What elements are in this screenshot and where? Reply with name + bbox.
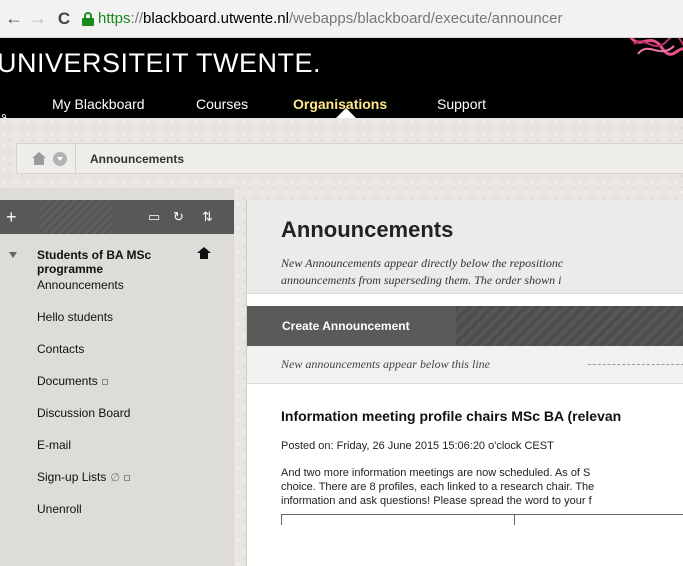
- forward-arrow-icon[interactable]: →: [28, 8, 48, 29]
- hidden-indicator-icon: [101, 378, 108, 385]
- course-menu-toolbar: + ▭ ↻ ⇅: [0, 200, 234, 234]
- decorative-scribble: [629, 38, 683, 56]
- announcement-item: Information meeting profile chairs MSc B…: [247, 384, 683, 566]
- chevron-down-icon[interactable]: [53, 151, 67, 166]
- collapse-toggle-icon[interactable]: [9, 252, 17, 258]
- nav-my-blackboard[interactable]: My Blackboard: [52, 96, 145, 112]
- university-logo[interactable]: UNIVERSITEIT TWENTE.: [0, 48, 321, 79]
- content-panel: Announcements New Announcements appear d…: [246, 200, 683, 566]
- site-header: UNIVERSITEIT TWENTE. ϑ My Blackboard Cou…: [0, 38, 683, 118]
- announcement-body-line: choice. There are 8 profiles, each linke…: [281, 481, 595, 493]
- menu-item-label: Documents: [37, 374, 98, 388]
- home-icon[interactable]: [197, 247, 211, 261]
- lock-icon: [82, 11, 94, 26]
- nav-courses[interactable]: Courses: [196, 96, 248, 112]
- menu-item-discussion-board[interactable]: Discussion Board: [37, 406, 130, 420]
- page-description-line2: announcements from superseding them. The…: [281, 273, 562, 287]
- menu-item-signup-lists[interactable]: Sign-up Lists ∅: [37, 470, 130, 484]
- toolbar-pattern: [40, 200, 112, 234]
- breadcrumb-region: Announcements: [0, 118, 683, 188]
- url-separator: ://: [130, 10, 144, 27]
- reposition-text: New announcements appear below this line: [281, 357, 490, 371]
- address-bar[interactable]: https://blackboard.utwente.nl/webapps/bl…: [82, 10, 563, 27]
- home-icon[interactable]: [31, 151, 47, 166]
- back-arrow-icon[interactable]: ←: [4, 8, 24, 29]
- announcement-body-line: And two more information meetings are no…: [281, 467, 591, 479]
- announcement-body-line: information and ask questions! Please sp…: [281, 495, 592, 507]
- url-scheme: https: [98, 10, 131, 27]
- announcement-title[interactable]: Information meeting profile chairs MSc B…: [281, 408, 621, 424]
- content-region: Announcements New Announcements appear d…: [234, 188, 683, 566]
- course-title-line1: Students of BA MSc: [37, 248, 152, 262]
- sort-icon[interactable]: ⇅: [202, 209, 213, 225]
- url-path: /webapps/blackboard/execute/announcer: [288, 10, 563, 27]
- breadcrumb-current: Announcements: [90, 151, 185, 166]
- menu-item-email[interactable]: E-mail: [37, 438, 71, 452]
- refresh-icon[interactable]: ↻: [173, 209, 184, 225]
- reposition-marker: New announcements appear below this line: [247, 346, 683, 384]
- menu-item-announcements[interactable]: Announcements: [37, 278, 124, 292]
- course-menu-panel: + ▭ ↻ ⇅ Students of BA MSc programme Ann…: [0, 188, 234, 566]
- announcement-posted-date: Posted on: Friday, 26 June 2015 15:06:20…: [281, 440, 554, 452]
- create-announcement-button[interactable]: Create Announcement: [247, 306, 456, 346]
- menu-item-hello-students[interactable]: Hello students: [37, 310, 113, 324]
- menu-item-documents[interactable]: Documents: [37, 374, 108, 388]
- page-description: New Announcements appear directly below …: [281, 255, 683, 289]
- menu-item-contacts[interactable]: Contacts: [37, 342, 84, 356]
- hidden-indicator-icon: [123, 474, 130, 481]
- page-description-line1: New Announcements appear directly below …: [281, 256, 564, 270]
- breadcrumb: Announcements: [16, 143, 683, 174]
- add-menu-item-button[interactable]: +: [6, 207, 26, 228]
- dashed-divider: [588, 364, 683, 365]
- no-access-icon: ∅: [110, 472, 120, 484]
- menu-item-unenroll[interactable]: Unenroll: [37, 502, 82, 516]
- folder-icon[interactable]: ▭: [148, 209, 160, 225]
- course-title[interactable]: Students of BA MSc programme: [37, 248, 187, 276]
- nav-support[interactable]: Support: [437, 96, 486, 112]
- page-title: Announcements: [281, 217, 454, 242]
- breadcrumb-divider: [75, 143, 76, 174]
- action-bar: Create Announcement: [247, 306, 683, 346]
- announcement-table: [281, 514, 683, 554]
- announcement-body: And two more information meetings are no…: [281, 466, 683, 508]
- reload-icon[interactable]: C: [54, 9, 74, 29]
- url-host: blackboard.utwente.nl: [143, 10, 289, 27]
- course-title-line2: programme: [37, 262, 104, 276]
- page-header: Announcements New Announcements appear d…: [247, 200, 683, 294]
- browser-toolbar: ← → C https://blackboard.utwente.nl/weba…: [0, 0, 683, 38]
- menu-item-label: Sign-up Lists: [37, 470, 107, 484]
